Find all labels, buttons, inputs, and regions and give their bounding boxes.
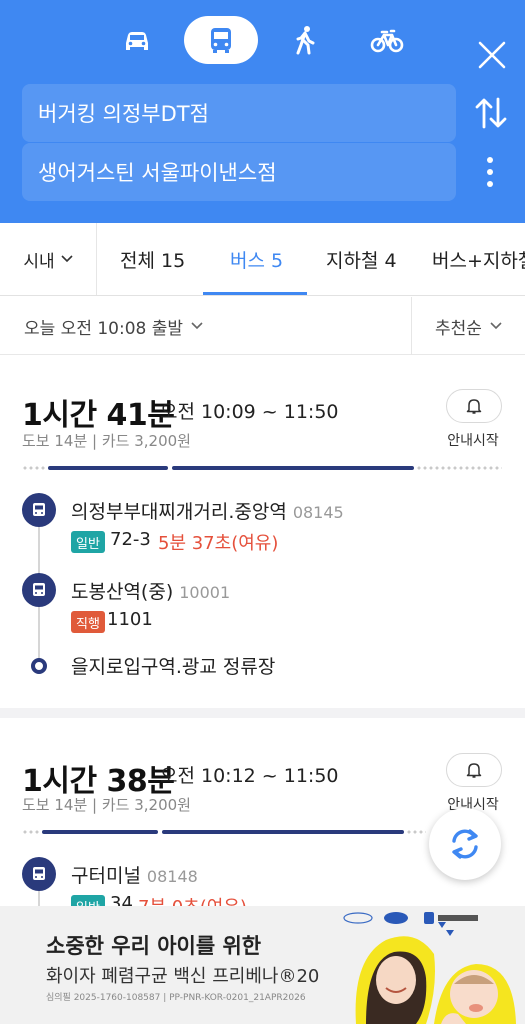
stop-name: 의정부부대찌개거리.중앙역 08145 bbox=[71, 497, 344, 524]
tab-subway[interactable]: 지하철 4 bbox=[326, 223, 397, 295]
bell-icon bbox=[466, 763, 482, 778]
guide-start-button[interactable] bbox=[446, 753, 502, 787]
guide-start-button[interactable] bbox=[446, 389, 502, 423]
bus-stop-icon bbox=[22, 493, 56, 527]
departure-time-selector[interactable]: 오늘 오전 10:08 출발 bbox=[24, 297, 203, 355]
start-location-text: 버거킹 의정부DT점 bbox=[38, 102, 209, 126]
general-bus-badge: 일반 bbox=[71, 531, 105, 553]
bus-number: 1101 bbox=[107, 609, 153, 630]
bus-icon bbox=[211, 28, 231, 53]
walk-segment bbox=[406, 830, 426, 834]
active-tab-indicator bbox=[203, 292, 307, 295]
ad-mother-baby-image bbox=[355, 922, 516, 1024]
transit-mode-button[interactable] bbox=[184, 16, 258, 64]
tab-bus-subway[interactable]: 버스+지하철 bbox=[432, 223, 525, 295]
route-duration: 1시간 41분 bbox=[22, 398, 175, 433]
swap-icon[interactable] bbox=[474, 95, 508, 131]
bell-icon bbox=[466, 399, 482, 414]
tab-all-label: 전체 15 bbox=[120, 249, 186, 272]
bus-stop-icon bbox=[22, 857, 56, 891]
stop-name-text: 구터미널 bbox=[71, 865, 141, 887]
route-summary: 도보 14분 | 카드 3,200원 bbox=[22, 796, 191, 814]
refresh-icon bbox=[452, 829, 478, 859]
departure-time-text: 오늘 오전 10:08 출발 bbox=[24, 318, 184, 339]
stop-name: 도봉산역(중) 10001 bbox=[71, 577, 230, 604]
ad-fine-print: 심의필 2025-1760-108587 | PP-PNR-KOR-0201_2… bbox=[46, 993, 306, 1003]
destination-field[interactable]: 생어거스틴 서울파이낸스점 bbox=[22, 143, 456, 201]
bike-icon bbox=[370, 29, 404, 53]
walk-icon bbox=[296, 26, 315, 55]
transport-mode-selector bbox=[0, 16, 525, 69]
chevron-down-icon bbox=[191, 322, 203, 330]
car-icon bbox=[126, 32, 148, 50]
route-search-header: 버거킹 의정부DT점 생어거스틴 서울파이낸스점 bbox=[0, 0, 525, 223]
sort-text: 추천순 bbox=[435, 318, 482, 339]
close-icon[interactable] bbox=[477, 40, 507, 70]
chevron-down-icon bbox=[61, 255, 73, 263]
tab-subway-label: 지하철 4 bbox=[326, 249, 397, 272]
region-dropdown[interactable]: 시내 bbox=[0, 223, 97, 295]
stop-name: 구터미널 08148 bbox=[71, 861, 198, 888]
express-bus-badge: 직행 bbox=[71, 611, 105, 633]
walk-segment bbox=[22, 830, 40, 834]
region-label: 시내 bbox=[23, 251, 55, 272]
walk-mode-button[interactable] bbox=[268, 16, 342, 64]
destination-dot-icon bbox=[31, 658, 47, 674]
bus-arrival-eta: 5분 37초(여유) bbox=[158, 533, 279, 554]
refresh-button[interactable] bbox=[429, 808, 501, 880]
stop-name-text: 도봉산역(중) bbox=[71, 581, 174, 603]
route-summary: 도보 14분 | 카드 3,200원 bbox=[22, 432, 191, 450]
route-type-tabs: 시내 전체 15 버스 5 지하철 4 버스+지하철 bbox=[0, 223, 525, 296]
bus-segment bbox=[172, 466, 414, 470]
more-options-icon[interactable] bbox=[480, 154, 500, 190]
destination-text: 생어거스틴 서울파이낸스점 bbox=[38, 161, 277, 185]
ad-banner[interactable]: 소중한 우리 아이를 위한 화이자 폐렴구균 백신 프리베나®20 심의필 20… bbox=[0, 906, 525, 1024]
start-location-field[interactable]: 버거킹 의정부DT점 bbox=[22, 84, 456, 142]
sort-selector[interactable]: 추천순 bbox=[411, 297, 525, 355]
tab-bus-label: 버스 5 bbox=[230, 249, 284, 272]
bus-icon bbox=[33, 503, 45, 516]
tab-bus[interactable]: 버스 5 bbox=[230, 223, 283, 295]
chevron-down-icon bbox=[490, 322, 502, 330]
bus-segment bbox=[48, 466, 168, 470]
bus-segment bbox=[42, 830, 158, 834]
ad-title: 소중한 우리 아이를 위한 bbox=[46, 934, 262, 958]
walk-segment bbox=[22, 466, 46, 470]
bike-mode-button[interactable] bbox=[350, 16, 424, 64]
stop-name-text: 의정부부대찌개거리.중앙역 bbox=[71, 501, 287, 523]
tab-bus-subway-label: 버스+지하철 bbox=[432, 249, 525, 272]
departure-filter-bar: 오늘 오전 10:08 출발 추천순 bbox=[0, 297, 525, 355]
route-time-range: 오전 10:12 ~ 11:50 bbox=[160, 765, 339, 787]
stop-id: 08148 bbox=[146, 867, 198, 886]
bus-segment bbox=[162, 830, 404, 834]
stop-id: 08145 bbox=[292, 503, 344, 522]
route-time-range: 오전 10:09 ~ 11:50 bbox=[160, 401, 339, 423]
walk-segment bbox=[416, 466, 502, 470]
tab-all[interactable]: 전체 15 bbox=[120, 223, 185, 295]
ad-subtitle: 화이자 폐렴구균 백신 프리베나®20 bbox=[46, 966, 320, 987]
bus-icon bbox=[33, 583, 45, 596]
bus-number: 72-3 bbox=[110, 529, 151, 550]
destination-stop-name: 을지로입구역.광교 정류장 bbox=[71, 656, 276, 678]
guide-start-label: 안내시작 bbox=[447, 433, 499, 449]
car-mode-button[interactable] bbox=[100, 16, 174, 64]
bus-stop-icon bbox=[22, 573, 56, 607]
bus-icon bbox=[33, 867, 45, 880]
stop-id: 10001 bbox=[179, 583, 231, 602]
route-card[interactable]: 1시간 41분 오전 10:09 ~ 11:50 도보 14분 | 카드 3,2… bbox=[0, 356, 525, 718]
